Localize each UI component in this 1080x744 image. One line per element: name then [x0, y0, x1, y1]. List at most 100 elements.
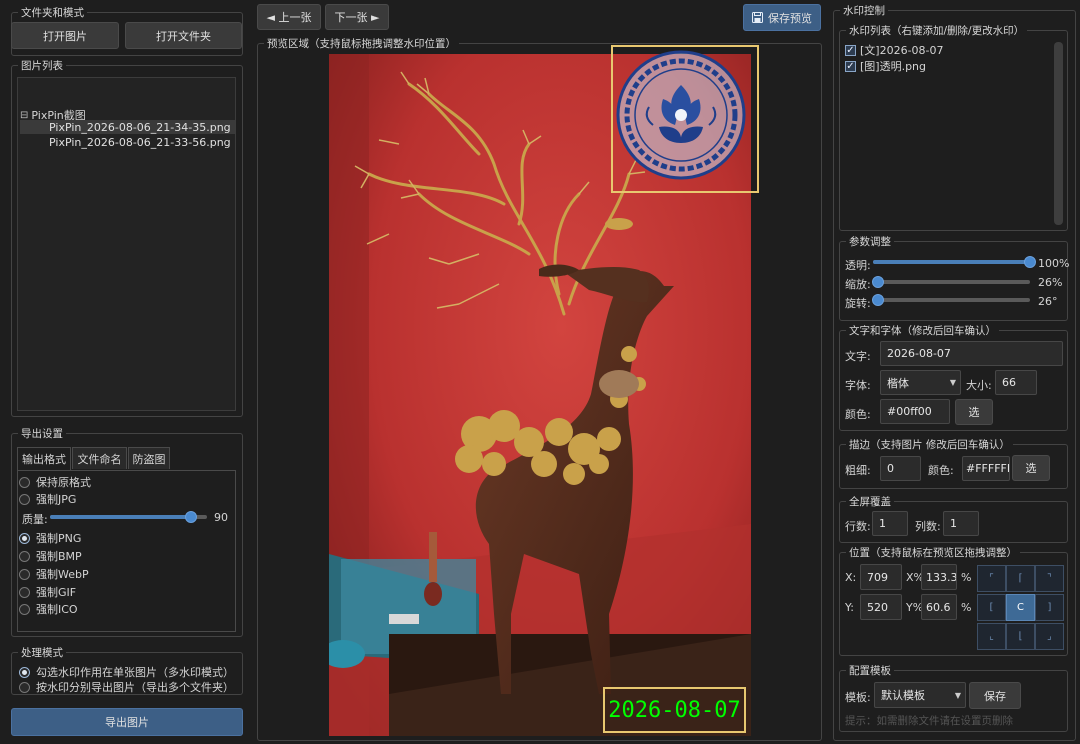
image-tree[interactable]: ⊟ PixPin截图 PixPin_2026-08-06_21-34-35.pn…	[17, 77, 236, 411]
watermark-list-scrollbar[interactable]	[1054, 42, 1063, 225]
watermark-item-image[interactable]: ✓ [图]透明.png	[845, 58, 926, 74]
mode-radio-single[interactable]: 勾选水印作用在单张图片（多水印模式）	[19, 664, 234, 680]
watermark-checkbox[interactable]: ✓	[845, 60, 856, 72]
mode-label-separate: 按水印分别导出图片（导出多个文件夹）	[36, 681, 234, 694]
watermark-item-text[interactable]: ✓ [文]2026-08-07	[845, 42, 944, 58]
export-settings-title: 导出设置	[18, 426, 66, 441]
rotate-slider-handle[interactable]	[871, 294, 884, 306]
size-label: 大小:	[966, 379, 992, 392]
anchor-bottom-right[interactable]: ⌟	[1035, 623, 1064, 650]
rotate-slider[interactable]	[871, 294, 1030, 306]
text-color-input[interactable]: #00ff00	[880, 399, 950, 424]
radio-indicator	[19, 550, 30, 562]
scale-slider[interactable]	[871, 276, 1030, 288]
save-preview-button[interactable]: 保存预览	[743, 4, 821, 31]
opacity-slider[interactable]	[873, 256, 1036, 268]
save-preview-label: 保存预览	[768, 11, 812, 25]
watermark-text-input[interactable]: 2026-08-07	[880, 341, 1063, 366]
tab-file-naming[interactable]: 文件命名	[72, 447, 127, 469]
radio-indicator	[19, 568, 30, 580]
watermark-list-title: 水印列表（右键添加/删除/更改水印）	[846, 23, 1028, 38]
quality-slider[interactable]	[50, 511, 207, 523]
anchor-middle-right[interactable]: ]	[1035, 594, 1064, 621]
radio-indicator	[19, 493, 30, 505]
opacity-label: 透明:	[845, 259, 871, 272]
open-folder-button[interactable]: 打开文件夹	[125, 22, 242, 49]
scale-value: 26%	[1038, 276, 1063, 289]
save-template-button[interactable]: 保存	[969, 682, 1021, 709]
anchor-bottom-left[interactable]: ⌞	[977, 623, 1006, 650]
export-images-button[interactable]: 导出图片	[11, 708, 243, 736]
template-title: 配置模板	[846, 663, 894, 678]
tab-anti-theft[interactable]: 防盗图	[128, 447, 170, 469]
x-label: X:	[845, 571, 857, 584]
format-label-webp: 强制WebP	[36, 568, 89, 581]
prev-image-button[interactable]: ◄ 上一张	[257, 4, 321, 30]
format-radio-png[interactable]: 强制PNG	[19, 530, 81, 546]
y-input[interactable]: 520	[860, 594, 902, 620]
watermark-checkbox[interactable]: ✓	[845, 44, 856, 56]
format-label-keep: 保持原格式	[36, 476, 91, 489]
radio-indicator	[19, 586, 30, 598]
text-watermark[interactable]: 2026-08-07	[603, 687, 746, 733]
collapse-icon[interactable]: ⊟	[20, 110, 28, 121]
rows-input[interactable]: 1	[872, 511, 908, 536]
open-image-button[interactable]: 打开图片	[11, 22, 119, 49]
x-input[interactable]: 709	[860, 564, 902, 590]
format-radio-ico[interactable]: 强制ICO	[19, 601, 78, 617]
porcelain-medallion-icon	[616, 50, 746, 180]
quality-label: 质量:	[22, 513, 48, 526]
image-list-title: 图片列表	[18, 58, 66, 73]
cols-input[interactable]: 1	[943, 511, 979, 536]
radio-indicator	[19, 681, 30, 693]
rotate-value: 26°	[1038, 295, 1058, 308]
y-percent-input[interactable]: 60.6	[921, 594, 957, 620]
pick-text-color-button[interactable]: 选	[955, 399, 993, 425]
radio-indicator	[19, 476, 30, 488]
mode-label-single: 勾选水印作用在单张图片（多水印模式）	[36, 666, 234, 679]
font-size-input[interactable]: 66	[995, 370, 1037, 395]
format-radio-webp[interactable]: 强制WebP	[19, 566, 89, 582]
tree-item-label-2[interactable]: PixPin_2026-08-06_21-33-56.png	[49, 136, 231, 149]
tree-item-label-1: PixPin_2026-08-06_21-34-35.png	[49, 121, 231, 134]
files-mode-title: 文件夹和模式	[18, 5, 87, 20]
stroke-color-label: 颜色:	[928, 464, 954, 477]
chevron-down-icon: ▼	[949, 378, 956, 387]
anchor-top-left[interactable]: ⌜	[977, 565, 1006, 592]
mode-radio-separate[interactable]: 按水印分别导出图片（导出多个文件夹）	[19, 679, 234, 695]
watermark-item-image-label: [图]透明.png	[860, 60, 927, 73]
next-image-button[interactable]: 下一张 ►	[325, 4, 389, 30]
y-label: Y:	[845, 601, 854, 614]
format-radio-bmp[interactable]: 强制BMP	[19, 548, 82, 564]
watermark-control-title: 水印控制	[840, 3, 888, 18]
anchor-bottom-center[interactable]: ⌊	[1006, 623, 1035, 650]
stroke-color-input[interactable]: #FFFFFF	[962, 456, 1010, 481]
anchor-top-center[interactable]: ⌈	[1006, 565, 1035, 592]
stroke-width-input[interactable]: 0	[880, 456, 921, 481]
format-radio-gif[interactable]: 强制GIF	[19, 584, 76, 600]
opacity-slider-fill	[873, 260, 1030, 264]
template-select[interactable]: 默认模板 ▼	[874, 682, 966, 708]
fullscreen-title: 全屏覆盖	[846, 494, 894, 509]
format-radio-keep[interactable]: 保持原格式	[19, 474, 91, 490]
anchor-top-right[interactable]: ⌝	[1035, 565, 1064, 592]
format-label-gif: 强制GIF	[36, 586, 77, 599]
opacity-slider-handle[interactable]	[1024, 256, 1036, 268]
font-select-value: 楷体	[887, 376, 909, 390]
format-label-jpg: 强制JPG	[36, 493, 77, 506]
font-select[interactable]: 楷体 ▼	[880, 370, 961, 395]
format-radio-jpg[interactable]: 强制JPG	[19, 491, 76, 507]
format-label-png: 强制PNG	[36, 532, 82, 545]
quality-slider-fill	[50, 515, 192, 519]
opacity-value: 100%	[1038, 257, 1070, 270]
tab-output-format[interactable]: 输出格式	[17, 447, 71, 470]
stroke-width-label: 粗细:	[845, 464, 871, 477]
anchor-middle-left[interactable]: [	[977, 594, 1006, 621]
anchor-center[interactable]: C	[1006, 594, 1035, 621]
x-percent-input[interactable]: 133.3	[921, 564, 957, 590]
format-label-bmp: 强制BMP	[36, 550, 82, 563]
scale-slider-handle[interactable]	[871, 276, 884, 288]
template-select-value: 默认模板	[881, 689, 925, 702]
pick-stroke-color-button[interactable]: 选	[1012, 455, 1050, 481]
image-watermark[interactable]	[611, 45, 759, 193]
